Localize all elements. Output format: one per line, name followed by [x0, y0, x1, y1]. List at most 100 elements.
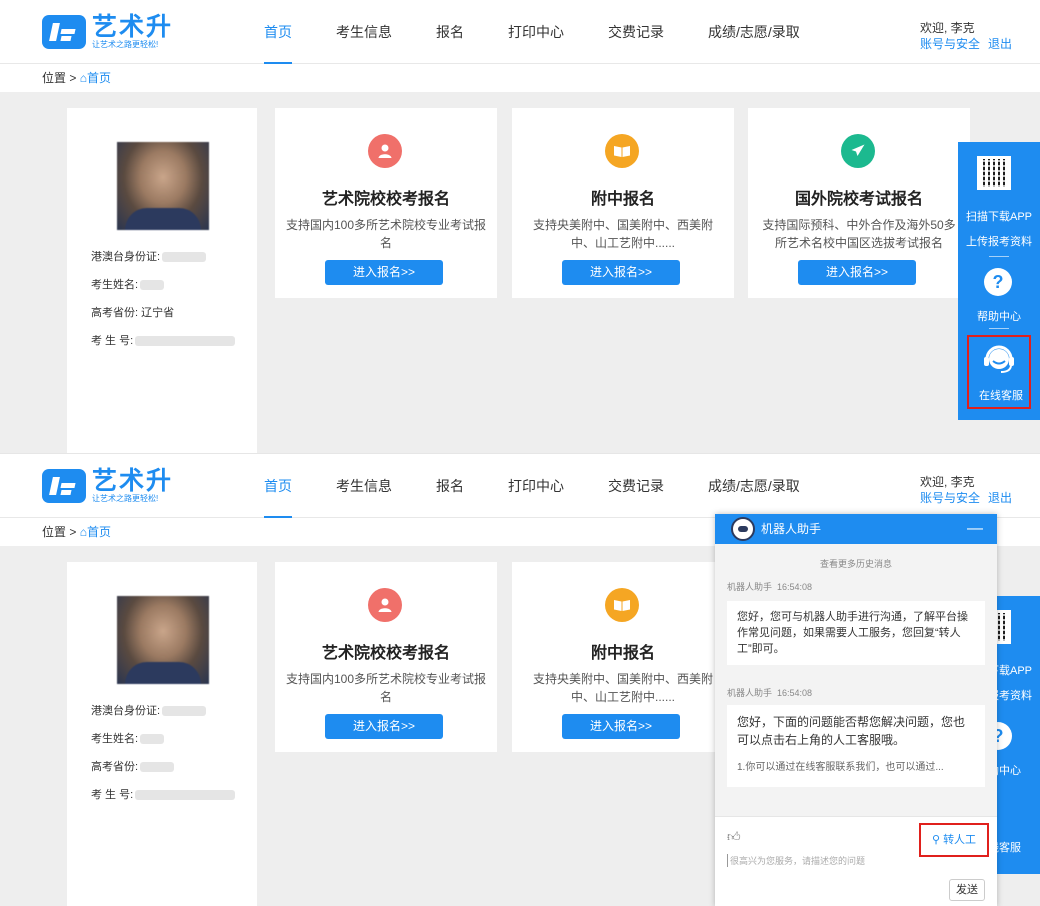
- enter-registration-button[interactable]: 进入报名>>: [798, 260, 916, 285]
- message-time: 16:54:08: [777, 688, 813, 698]
- exam-no-label: 考 生 号:: [91, 335, 134, 347]
- name-label: 考生姓名:: [91, 733, 139, 745]
- nav-payment-records[interactable]: 交费记录: [608, 454, 664, 518]
- enter-registration-button[interactable]: 进入报名>>: [325, 714, 443, 739]
- message-text: 您好，下面的问题能否帮您解决问题，您也可以点击右上角的人工客服哦。: [737, 715, 966, 747]
- breadcrumb-label: 位置 >: [42, 525, 77, 539]
- province-label: 高考省份:: [91, 761, 139, 773]
- breadcrumb-home-icon[interactable]: ⌂: [80, 525, 87, 539]
- logo-slogan: 让艺术之路更轻松!: [92, 40, 159, 49]
- account-security-link[interactable]: 账号与安全: [920, 491, 980, 505]
- logout-link[interactable]: 退出: [988, 491, 1012, 505]
- nav-student-info[interactable]: 考生信息: [336, 454, 392, 518]
- qr-code-icon[interactable]: [977, 156, 1011, 190]
- transfer-human-button[interactable]: ⚲ 转人工: [919, 823, 989, 857]
- screenshot-panel-top: 艺术升 让艺术之路更轻松! 首页 考生信息 报名 打印中心 交费记录 成绩/志愿…: [0, 0, 1040, 453]
- main-nav: 首页 考生信息 报名 打印中心 交费记录 成绩/志愿/录取: [264, 0, 844, 64]
- logo-name: 艺术升: [92, 467, 174, 495]
- robot-avatar-icon: [731, 517, 755, 541]
- upload-materials-link[interactable]: 上传报考资料: [958, 233, 1040, 249]
- student-photo: [117, 142, 209, 230]
- redacted-value: [135, 336, 236, 347]
- province-label: 高考省份:: [91, 307, 139, 319]
- redacted-value: [140, 762, 175, 773]
- breadcrumb-label: 位置 >: [42, 71, 77, 85]
- divider: [989, 256, 1009, 257]
- enter-registration-button[interactable]: 进入报名>>: [325, 260, 443, 285]
- card-desc: 支持国际预科、中外合作及海外50多所艺术名校中国区选拔考试报名: [762, 218, 956, 250]
- nav-print-center[interactable]: 打印中心: [508, 454, 564, 518]
- card-art-school: 艺术院校校考报名 支持国内100多所艺术院校专业考试报名 进入报名>>: [275, 108, 497, 298]
- chat-messages: 查看更多历史消息 机器人助手 16:54:08 您好，您可与机器人助手进行沟通，…: [715, 544, 997, 816]
- logo[interactable]: 艺术升 让艺术之路更轻松!: [42, 468, 173, 504]
- book-icon: [605, 588, 639, 622]
- nav-student-info[interactable]: 考生信息: [336, 0, 392, 64]
- card-desc: 支持国内100多所艺术院校专业考试报名: [285, 218, 487, 250]
- thumbs-up-icon[interactable]: 👍︎: [727, 829, 741, 845]
- nav-home[interactable]: 首页: [264, 0, 292, 64]
- exam-no-row: 考 生 号:: [91, 332, 236, 348]
- header: 艺术升 让艺术之路更轻松! 首页 考生信息 报名 打印中心 交费记录 成绩/志愿…: [0, 454, 1040, 518]
- user-area: 欢迎, 李克 账号与安全 退出: [920, 20, 1020, 52]
- online-service-label: 在线客服: [979, 390, 1023, 402]
- transfer-human-label: 转人工: [943, 834, 977, 846]
- send-button[interactable]: 发送: [949, 879, 985, 901]
- online-service-button[interactable]: 在线客服: [967, 335, 1031, 409]
- message-sender: 机器人助手: [727, 688, 773, 698]
- header: 艺术升 让艺术之路更轻松! 首页 考生信息 报名 打印中心 交费记录 成绩/志愿…: [0, 0, 1040, 64]
- chat-window: 机器人助手 — 查看更多历史消息 机器人助手 16:54:08 您好，您可与机器…: [715, 514, 997, 906]
- help-icon[interactable]: ?: [984, 268, 1012, 296]
- message-time: 16:54:08: [777, 582, 813, 592]
- card-affiliated-school: 附中报名 支持央美附中、国美附中、西美附中、山工艺附中...... 进入报名>>: [512, 562, 734, 752]
- help-center-link[interactable]: 帮助中心: [958, 308, 1040, 324]
- message-meta: 机器人助手 16:54:08: [727, 686, 812, 699]
- chat-input[interactable]: 很高兴为您服务，请描述您的问题: [727, 854, 865, 867]
- card-art-school: 艺术院校校考报名 支持国内100多所艺术院校专业考试报名 进入报名>>: [275, 562, 497, 752]
- card-title: 附中报名: [590, 645, 655, 662]
- breadcrumb-home[interactable]: 首页: [87, 71, 111, 85]
- enter-registration-button[interactable]: 进入报名>>: [562, 714, 680, 739]
- message-bubble: 您好，下面的问题能否帮您解决问题，您也可以点击右上角的人工客服哦。 1.你可以通…: [727, 705, 985, 787]
- exam-no-row: 考 生 号:: [91, 786, 236, 802]
- nav-home[interactable]: 首页: [264, 454, 292, 518]
- nav-scores-admission[interactable]: 成绩/志愿/录取: [708, 0, 800, 64]
- name-row: 考生姓名:: [91, 276, 165, 292]
- account-security-link[interactable]: 账号与安全: [920, 37, 980, 51]
- exam-no-label: 考 生 号:: [91, 789, 134, 801]
- card-desc: 支持央美附中、国美附中、西美附中、山工艺附中......: [532, 672, 713, 704]
- logo-icon: [42, 15, 86, 49]
- breadcrumb-home-icon[interactable]: ⌂: [80, 71, 87, 85]
- chat-header: 机器人助手 —: [715, 514, 997, 544]
- card-desc: 支持央美附中、国美附中、西美附中、山工艺附中......: [532, 218, 713, 250]
- person-icon: [368, 588, 402, 622]
- card-foreign-school: 国外院校考试报名 支持国际预科、中外合作及海外50多所艺术名校中国区选拔考试报名…: [748, 108, 970, 298]
- screenshot-panel-bottom: 艺术升 让艺术之路更轻松! 首页 考生信息 报名 打印中心 交费记录 成绩/志愿…: [0, 453, 1040, 906]
- chat-input-area: 👍︎ ⚲ 转人工 很高兴为您服务，请描述您的问题 发送: [715, 816, 997, 906]
- enter-registration-button[interactable]: 进入报名>>: [562, 260, 680, 285]
- history-link[interactable]: 查看更多历史消息: [715, 557, 997, 570]
- nav-scores-admission[interactable]: 成绩/志愿/录取: [708, 454, 800, 518]
- province-row: 高考省份: 辽宁省: [91, 304, 174, 320]
- minimize-button[interactable]: —: [967, 514, 983, 544]
- nav-payment-records[interactable]: 交费记录: [608, 0, 664, 64]
- card-title: 艺术院校校考报名: [321, 645, 450, 662]
- logo[interactable]: 艺术升 让艺术之路更轻松!: [42, 14, 173, 50]
- nav-print-center[interactable]: 打印中心: [508, 0, 564, 64]
- card-title: 附中报名: [590, 191, 655, 208]
- id-row: 港澳台身份证:: [91, 702, 207, 718]
- message-sender: 机器人助手: [727, 582, 773, 592]
- welcome-text: 欢迎, 李克: [920, 21, 975, 35]
- download-app-label[interactable]: 扫描下载APP: [958, 208, 1040, 224]
- breadcrumb-home[interactable]: 首页: [87, 525, 111, 539]
- divider: [989, 328, 1009, 329]
- user-area: 欢迎, 李克 账号与安全 退出: [920, 474, 1020, 506]
- redacted-value: [162, 706, 207, 717]
- redacted-value: [135, 790, 236, 801]
- student-photo: [117, 596, 209, 684]
- welcome-text: 欢迎, 李克: [920, 475, 975, 489]
- nav-registration[interactable]: 报名: [436, 454, 464, 518]
- logout-link[interactable]: 退出: [988, 37, 1012, 51]
- nav-registration[interactable]: 报名: [436, 0, 464, 64]
- name-label: 考生姓名:: [91, 279, 139, 291]
- faq-item[interactable]: 1.你可以通过在线客服联系我们，也可以通过...: [737, 759, 975, 777]
